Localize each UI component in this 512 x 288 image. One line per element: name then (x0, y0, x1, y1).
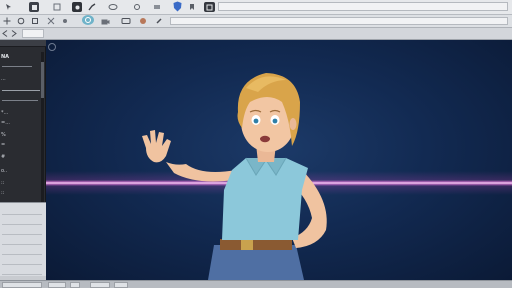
main-toolbar (0, 0, 512, 15)
window-icon[interactable] (204, 2, 215, 12)
bookmark-icon[interactable] (187, 2, 197, 12)
3d-editor-window: NA ... *... =... % = # o.. :: :: (0, 0, 512, 288)
property-row[interactable] (2, 257, 42, 265)
grid-icon[interactable] (52, 2, 62, 12)
scrollbar-thumb[interactable] (41, 62, 44, 98)
shield-icon[interactable] (172, 1, 183, 11)
property-row[interactable] (2, 237, 42, 245)
light-icon[interactable] (120, 16, 132, 26)
property-row[interactable] (2, 267, 42, 275)
status-field[interactable] (114, 282, 128, 288)
camera-icon[interactable] (100, 16, 110, 26)
status-field[interactable] (48, 282, 66, 288)
panel-tab[interactable] (22, 29, 44, 38)
property-row[interactable] (2, 217, 42, 225)
outliner-panel: NA ... *... =... % = # o.. :: :: (0, 40, 46, 288)
status-field[interactable] (70, 282, 80, 288)
select-icon[interactable] (46, 16, 56, 26)
panel-scrollbar[interactable] (41, 52, 44, 202)
cursor-icon[interactable] (4, 2, 14, 12)
properties-panel (0, 202, 46, 276)
tertiary-toolbar (0, 28, 512, 40)
property-row[interactable] (2, 227, 42, 235)
panel-row[interactable] (2, 100, 38, 101)
panel-header (0, 40, 46, 47)
move-icon[interactable] (2, 16, 12, 26)
status-field[interactable] (2, 282, 42, 288)
character-render (142, 73, 327, 280)
brush-icon[interactable] (87, 2, 97, 12)
panel-line: % (1, 132, 6, 138)
panel-line: :: (1, 190, 5, 196)
panel-line: = (1, 142, 6, 148)
panel-line: o.. (1, 168, 8, 174)
scale-icon[interactable] (30, 16, 40, 26)
arrow-right-icon[interactable] (10, 29, 18, 38)
panel-row[interactable] (2, 90, 40, 91)
target-icon[interactable] (82, 15, 94, 25)
rotate-icon[interactable] (16, 16, 26, 26)
paint-icon[interactable] (152, 2, 162, 12)
material-icon[interactable] (138, 16, 148, 26)
text-icon[interactable] (107, 2, 119, 12)
panel-row[interactable] (2, 66, 32, 67)
arrow-left-icon[interactable] (1, 29, 9, 38)
snap-icon[interactable] (60, 16, 70, 26)
record-icon[interactable] (72, 2, 82, 12)
link-icon[interactable] (132, 2, 142, 12)
panel-line: ... (1, 76, 6, 82)
status-bar (0, 280, 512, 288)
panel-line: =... (1, 120, 10, 126)
layers-icon[interactable] (29, 2, 39, 12)
secondary-field[interactable] (170, 17, 508, 25)
property-row[interactable] (2, 247, 42, 255)
panel-line: :: (1, 180, 5, 186)
toolbar-field[interactable] (218, 2, 508, 11)
bone-icon[interactable] (154, 16, 164, 26)
property-row[interactable] (2, 207, 42, 215)
panel-line: *... (1, 110, 9, 116)
3d-viewport[interactable] (46, 40, 512, 280)
panel-line: NA (1, 54, 10, 60)
secondary-toolbar (0, 15, 512, 28)
status-field[interactable] (90, 282, 110, 288)
panel-line: # (1, 154, 6, 160)
